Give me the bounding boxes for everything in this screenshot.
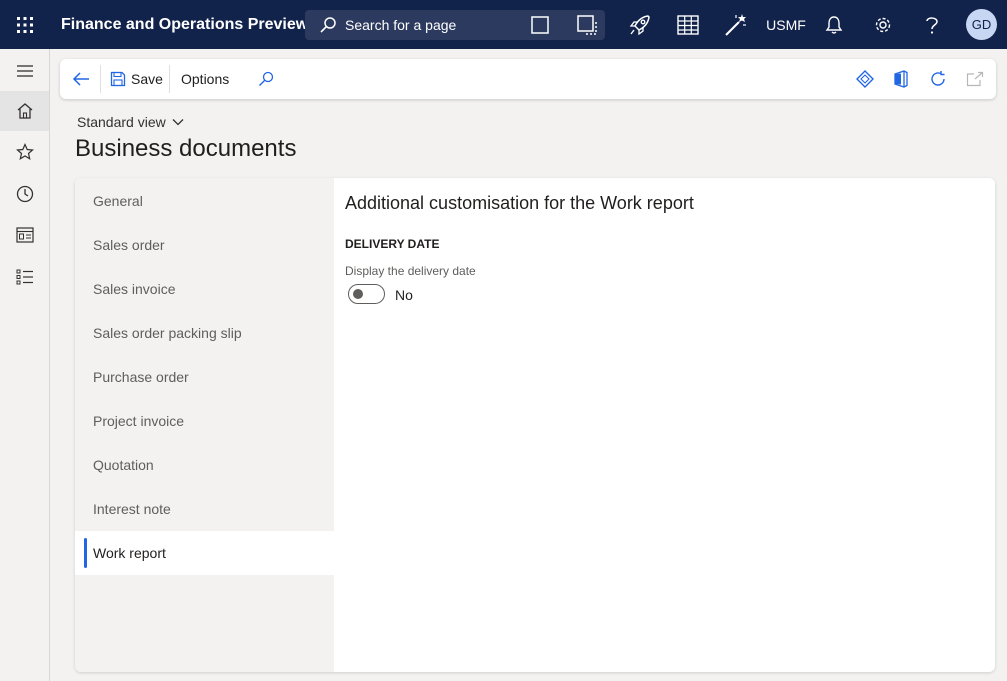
selected-indicator bbox=[84, 538, 87, 568]
view-label: Standard view bbox=[77, 114, 166, 130]
nav-item-label: Work report bbox=[93, 545, 166, 561]
nav-item-quotation[interactable]: Quotation bbox=[75, 443, 334, 487]
chevron-down-icon bbox=[172, 118, 184, 126]
refresh-icon[interactable] bbox=[929, 59, 947, 99]
diamond-icon[interactable] bbox=[856, 59, 874, 99]
search-icon[interactable] bbox=[258, 59, 274, 99]
nav-item-label: General bbox=[93, 193, 143, 209]
search-placeholder[interactable]: Search for a page bbox=[345, 17, 456, 33]
home-icon[interactable] bbox=[0, 91, 49, 131]
separator bbox=[100, 65, 101, 93]
group-title: DELIVERY DATE bbox=[345, 237, 440, 251]
nav-item-label: Quotation bbox=[93, 457, 154, 473]
help-icon[interactable] bbox=[916, 0, 948, 49]
nav-item-general[interactable]: General bbox=[75, 179, 334, 223]
detail-pane: Additional customisation for the Work re… bbox=[345, 178, 985, 672]
toggle-value: No bbox=[395, 287, 413, 303]
nav-item-purchase-order[interactable]: Purchase order bbox=[75, 355, 334, 399]
hamburger-icon[interactable] bbox=[0, 51, 49, 91]
nav-item-label: Sales order packing slip bbox=[93, 325, 242, 341]
options-tab[interactable]: Options bbox=[181, 59, 229, 99]
top-nav-bar: Finance and Operations Preview Search fo… bbox=[0, 0, 1007, 49]
save-label: Save bbox=[131, 71, 163, 87]
magic-wand-icon[interactable] bbox=[720, 0, 752, 49]
navigation-rail bbox=[0, 49, 50, 681]
section-title: Additional customisation for the Work re… bbox=[345, 193, 694, 213]
field-label: Display the delivery date bbox=[345, 264, 476, 278]
star-icon[interactable] bbox=[0, 132, 49, 172]
avatar[interactable]: GD bbox=[966, 9, 997, 40]
nav-item-interest-note[interactable]: Interest note bbox=[75, 487, 334, 531]
nav-item-sales-order-packing-slip[interactable]: Sales order packing slip bbox=[75, 311, 334, 355]
separator bbox=[169, 65, 170, 93]
view-selector[interactable]: Standard view bbox=[77, 114, 184, 130]
company-label[interactable]: USMF bbox=[766, 17, 806, 33]
content-card: General Sales order Sales invoice Sales … bbox=[75, 178, 995, 672]
nav-item-sales-invoice[interactable]: Sales invoice bbox=[75, 267, 334, 311]
company-picker[interactable]: USMF bbox=[762, 0, 810, 49]
workspace-icon[interactable] bbox=[0, 215, 49, 255]
nav-item-work-report[interactable]: Work report bbox=[75, 531, 334, 575]
save-icon bbox=[110, 71, 126, 87]
options-label: Options bbox=[181, 71, 230, 87]
nav-item-label: Interest note bbox=[93, 501, 171, 517]
nav-item-label: Sales invoice bbox=[93, 281, 176, 297]
app-title[interactable]: Finance and Operations Preview bbox=[61, 16, 308, 34]
rocket-icon[interactable] bbox=[624, 0, 656, 49]
grid-icon[interactable] bbox=[672, 0, 704, 49]
nav-item-label: Purchase order bbox=[93, 369, 189, 385]
page-title: Business documents bbox=[75, 135, 297, 162]
square-icon[interactable] bbox=[531, 16, 549, 39]
nav-item-sales-order[interactable]: Sales order bbox=[75, 223, 334, 267]
action-pane: Save Options bbox=[60, 59, 996, 99]
clock-icon[interactable] bbox=[0, 174, 49, 214]
delivery-date-toggle[interactable] bbox=[348, 284, 385, 304]
back-arrow-icon[interactable] bbox=[72, 59, 92, 99]
office-icon[interactable] bbox=[893, 59, 909, 99]
toggle-knob bbox=[353, 289, 363, 299]
nav-item-label: Project invoice bbox=[93, 413, 185, 429]
list-icon[interactable] bbox=[0, 257, 49, 297]
nav-item-label: Sales order bbox=[93, 237, 165, 253]
open-new-icon[interactable] bbox=[966, 59, 984, 99]
vertical-tab-list: General Sales order Sales invoice Sales … bbox=[75, 178, 334, 672]
bell-icon[interactable] bbox=[818, 0, 850, 49]
select-square-icon[interactable] bbox=[577, 15, 599, 40]
waffle-icon[interactable] bbox=[0, 0, 49, 49]
gear-icon[interactable] bbox=[867, 0, 899, 49]
search-icon bbox=[319, 16, 337, 34]
search-box[interactable]: Search for a page bbox=[305, 10, 605, 40]
nav-item-project-invoice[interactable]: Project invoice bbox=[75, 399, 334, 443]
save-button[interactable]: Save bbox=[110, 59, 163, 99]
